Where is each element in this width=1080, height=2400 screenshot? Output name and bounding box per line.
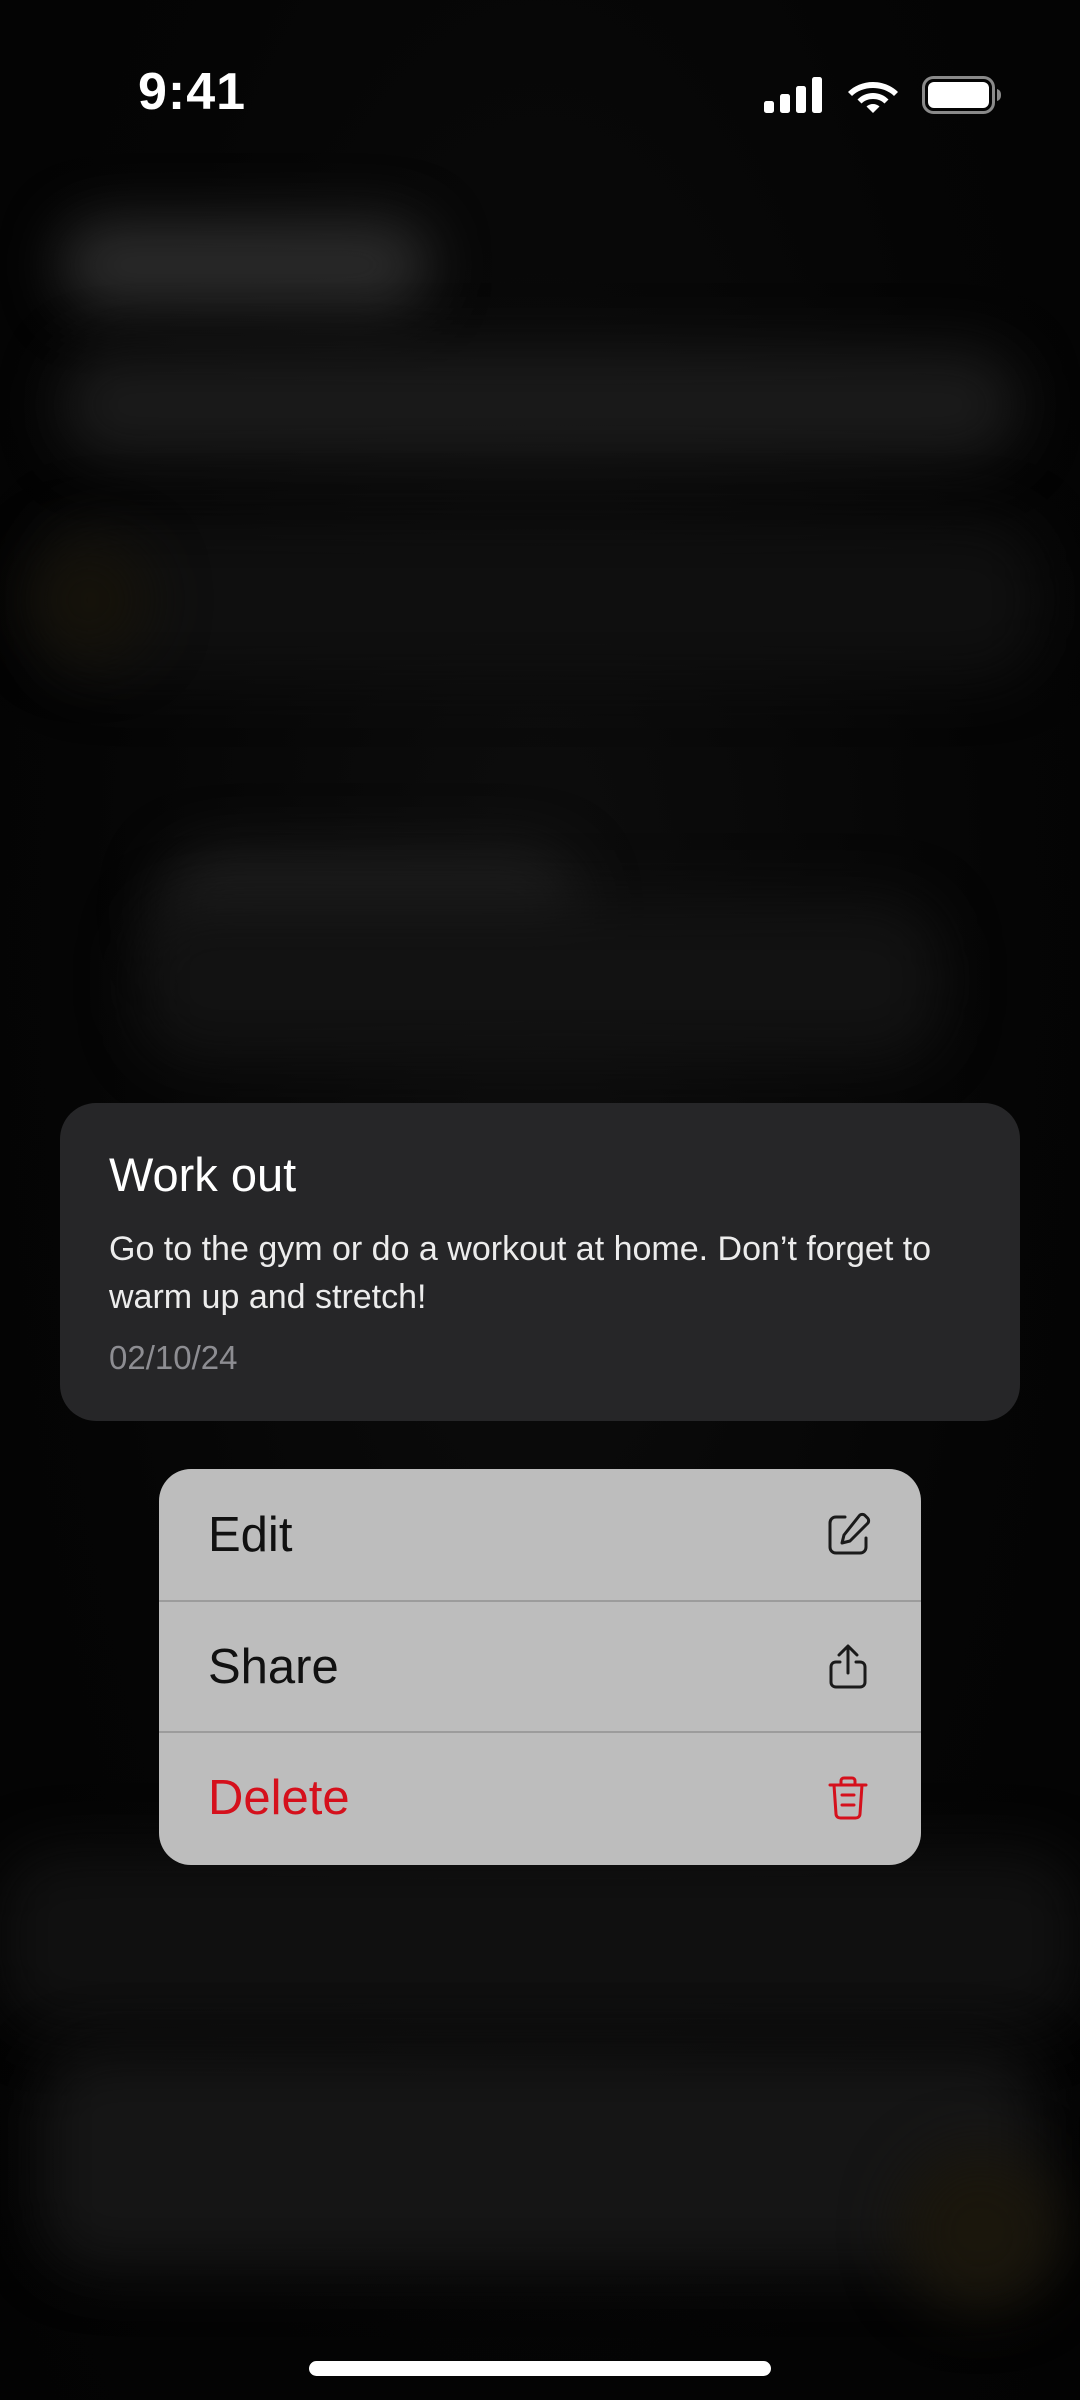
edit-icon — [828, 1512, 871, 1554]
screen: 9:41 Work out Go to the gym or do a work — [0, 0, 1080, 2400]
status-icons — [764, 76, 1002, 114]
delete-menu-item[interactable]: Delete — [159, 1731, 921, 1862]
blurred-background-content — [40, 520, 1040, 680]
edit-menu-item[interactable]: Edit — [159, 1469, 921, 1600]
share-label: Share — [208, 1639, 339, 1694]
blurred-background-title — [60, 220, 430, 310]
home-indicator[interactable] — [309, 2361, 771, 2376]
edit-label: Edit — [208, 1507, 293, 1562]
blurred-background-searchbar — [60, 350, 1020, 460]
cellular-signal-icon — [764, 77, 822, 113]
note-card[interactable]: Work out Go to the gym or do a workout a… — [60, 1103, 1020, 1421]
status-bar: 9:41 — [0, 0, 1080, 190]
note-date: 02/10/24 — [109, 1339, 238, 1376]
share-icon — [829, 1644, 867, 1688]
status-time: 9:41 — [138, 63, 247, 121]
blurred-background-accent — [30, 540, 150, 660]
context-menu: Edit Share Delete — [159, 1469, 921, 1865]
blurred-background-accent — [900, 2150, 1060, 2310]
blurred-background-item — [140, 900, 940, 1060]
note-body: Go to the gym or do a workout at home. D… — [109, 1230, 932, 1316]
share-menu-item[interactable]: Share — [159, 1600, 921, 1731]
wifi-icon — [848, 82, 898, 113]
delete-label: Delete — [208, 1770, 350, 1825]
note-title: Work out — [109, 1148, 297, 1201]
battery-icon — [922, 76, 1001, 114]
blurred-background-item — [40, 2050, 1040, 2270]
blurred-background-item — [0, 1850, 1080, 2030]
trash-icon — [828, 1776, 868, 1819]
